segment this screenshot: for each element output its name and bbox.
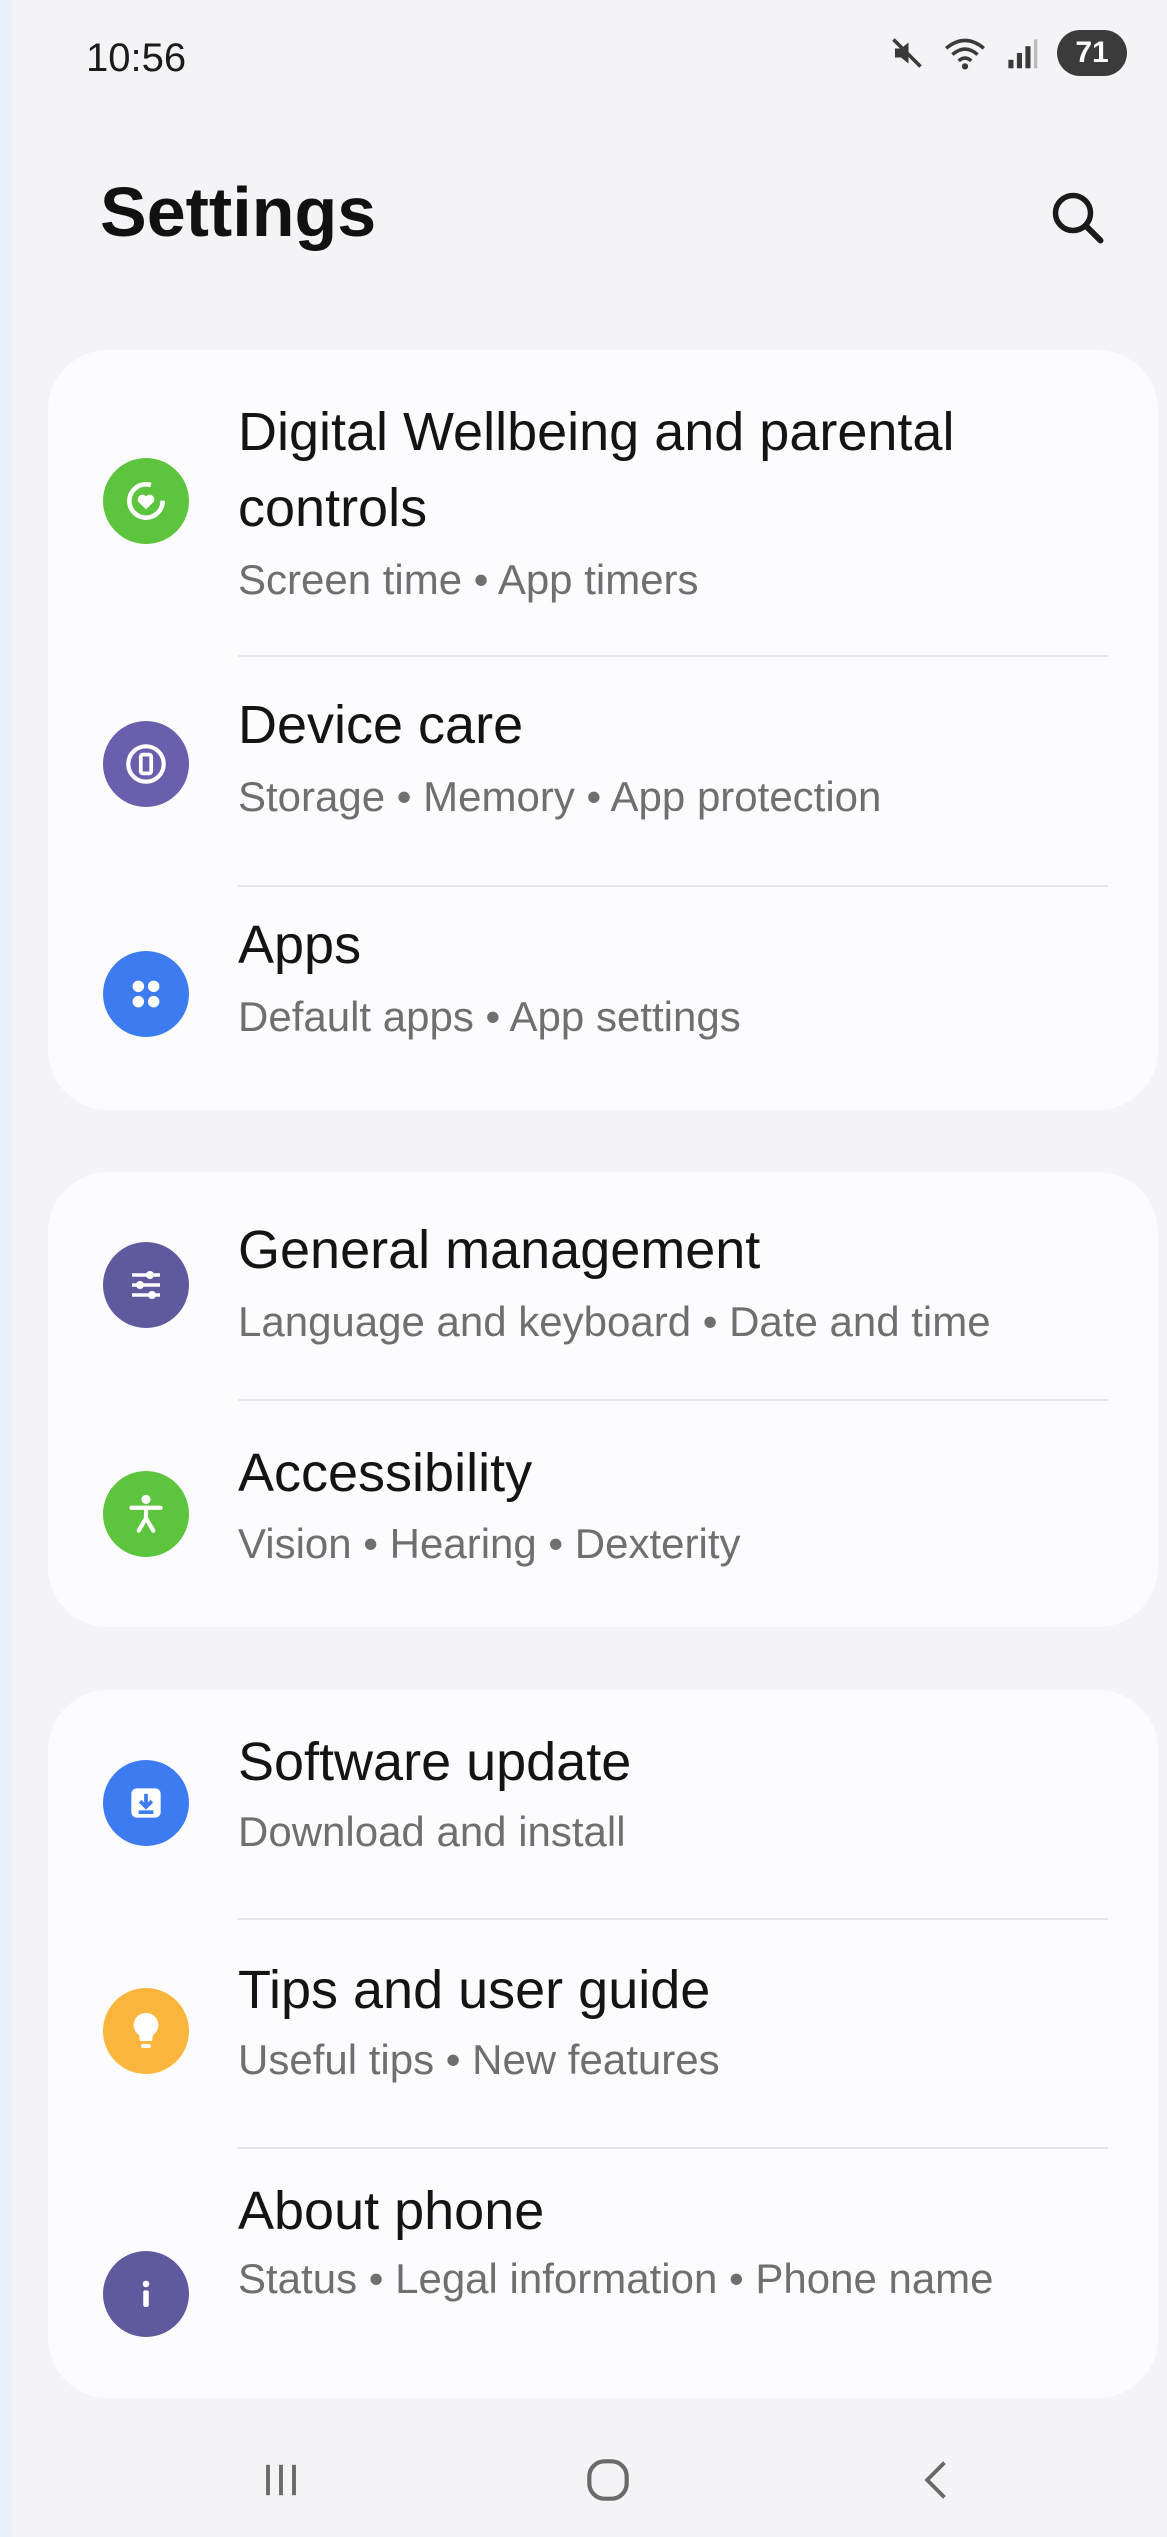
settings-item-apps[interactable]: Apps Default apps • App settings [48, 887, 1158, 1110]
item-subtitle: Default apps • App settings [238, 993, 741, 1040]
wifi-icon [945, 38, 985, 70]
apps-icon [103, 951, 189, 1037]
item-subtitle: Language and keyboard • Date and time [238, 1298, 991, 1345]
mute-icon [892, 38, 922, 68]
item-title: General management [238, 1220, 761, 1280]
screen-edge [0, 0, 10, 2537]
item-title: About phone [238, 2181, 545, 2241]
item-subtitle: Storage • Memory • App protection [238, 773, 882, 820]
device-care-icon [103, 721, 189, 807]
settings-item-device-care[interactable]: Device care Storage • Memory • App prote… [48, 657, 1158, 885]
battery-level: 71 [1057, 30, 1127, 76]
lightbulb-icon [103, 1988, 189, 2074]
settings-group-1: Digital Wellbeing and parental controls … [48, 350, 1158, 1110]
settings-item-digital-wellbeing[interactable]: Digital Wellbeing and parental controls … [48, 350, 1158, 655]
settings-item-software-update[interactable]: Software update Download and install [48, 1690, 1158, 1918]
wellbeing-icon [103, 458, 189, 544]
item-subtitle: Download and install [238, 1808, 626, 1855]
home-button[interactable] [563, 2440, 653, 2520]
back-button[interactable] [893, 2440, 983, 2520]
settings-group-2: General management Language and keyboard… [48, 1172, 1158, 1627]
status-icons: 71 [889, 30, 1127, 76]
download-icon [103, 1760, 189, 1846]
item-title: Device care [238, 695, 524, 755]
item-subtitle: Status • Legal information • Phone name [238, 2255, 994, 2302]
signal-icon [1008, 39, 1038, 69]
item-title: Software update [238, 1732, 632, 1792]
back-icon [924, 2461, 946, 2499]
settings-item-about-phone[interactable]: About phone Status • Legal information •… [48, 2149, 1158, 2398]
search-button[interactable] [1040, 180, 1116, 256]
navigation-bar [0, 2420, 1167, 2537]
status-time: 10:56 [86, 36, 187, 80]
item-subtitle: Vision • Hearing • Dexterity [238, 1520, 741, 1567]
info-icon [103, 2251, 189, 2337]
item-title: Digital Wellbeing and parental controls [238, 402, 955, 538]
item-title: Apps [238, 915, 362, 975]
status-bar: 10:56 71 [0, 0, 1167, 120]
settings-item-general-management[interactable]: General management Language and keyboard… [48, 1172, 1158, 1399]
item-subtitle: Screen time • App timers [238, 556, 699, 603]
search-icon [1052, 192, 1104, 244]
settings-group-3: Software update Download and install Tip… [48, 1690, 1158, 2398]
item-title: Accessibility [238, 1443, 533, 1503]
home-icon [587, 2459, 629, 2501]
recents-button[interactable] [236, 2440, 326, 2520]
accessibility-icon [103, 1471, 189, 1557]
item-subtitle: Useful tips • New features [238, 2036, 720, 2083]
settings-item-accessibility[interactable]: Accessibility Vision • Hearing • Dexteri… [48, 1401, 1158, 1627]
item-title: Tips and user guide [238, 1960, 711, 2020]
sliders-icon [103, 1242, 189, 1328]
page-title: Settings [100, 173, 377, 251]
settings-item-tips[interactable]: Tips and user guide Useful tips • New fe… [48, 1920, 1158, 2147]
recents-icon [266, 2464, 296, 2496]
